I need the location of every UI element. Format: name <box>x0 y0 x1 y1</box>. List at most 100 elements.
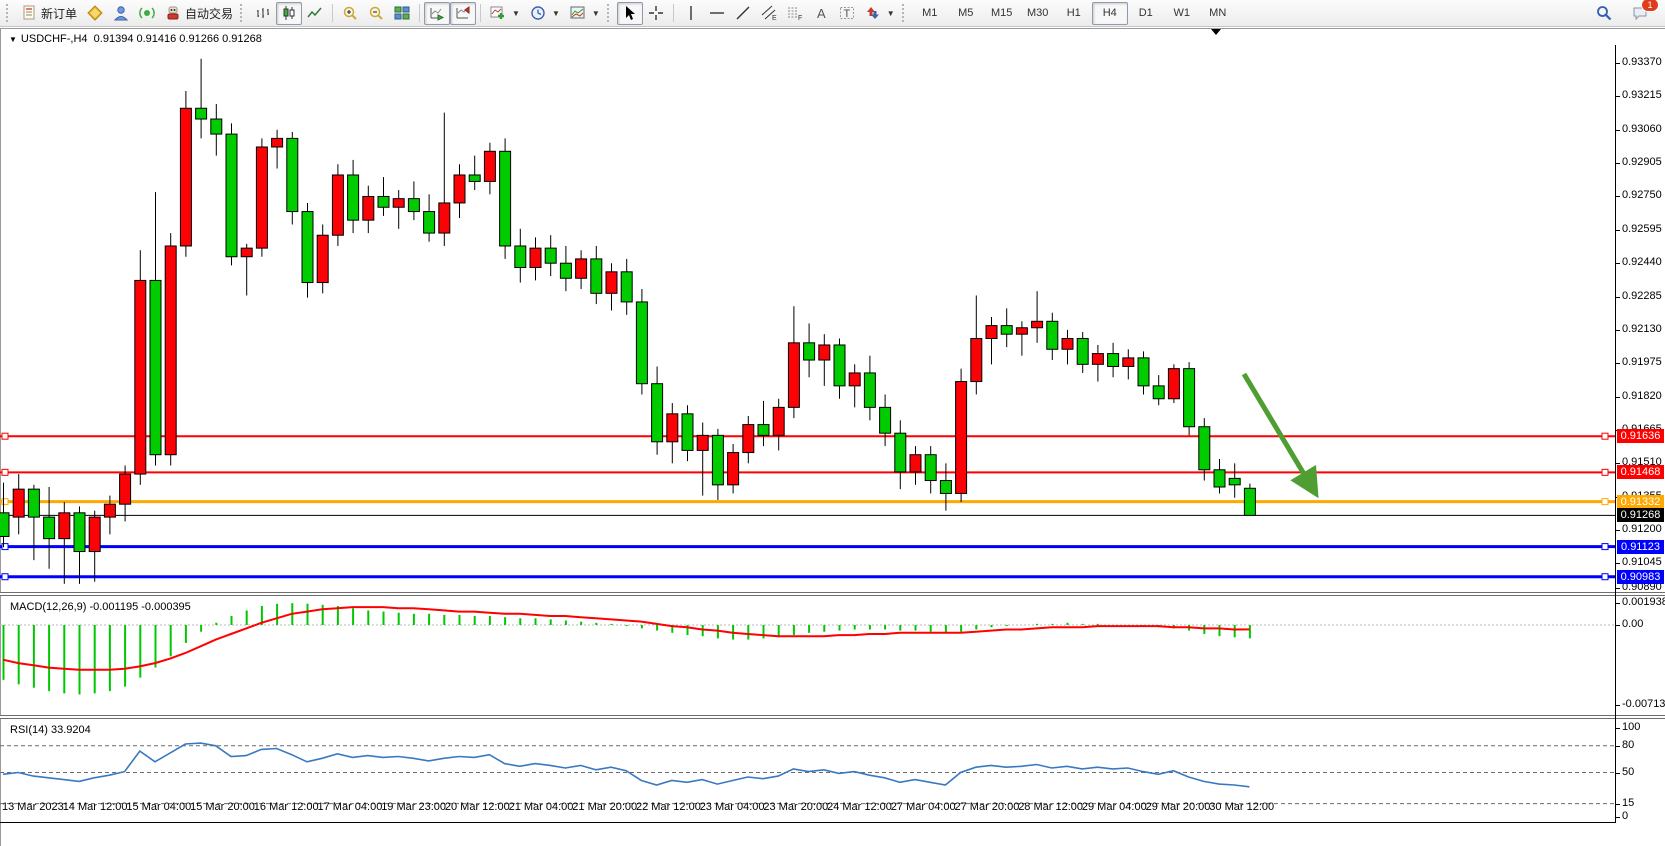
line-anchor[interactable] <box>1602 499 1608 505</box>
candle-body <box>667 414 678 442</box>
timeframe-M15[interactable]: M15 <box>984 2 1020 25</box>
vertical-line-button[interactable] <box>678 2 704 25</box>
price-level-badge: 0.91123 <box>1617 540 1664 554</box>
timeframe-MN[interactable]: MN <box>1200 2 1236 25</box>
candle-body <box>971 339 982 382</box>
add-indicator-button[interactable]: ▼ <box>485 2 525 25</box>
time-tick-label: 22 Mar 12:00 <box>636 801 701 813</box>
text-icon: A <box>813 5 829 21</box>
line-chart-button[interactable] <box>302 2 328 25</box>
tile-windows-button[interactable] <box>389 2 415 25</box>
candle-body <box>500 151 511 246</box>
timeframe-M1[interactable]: M1 <box>912 2 948 25</box>
profile-button[interactable] <box>108 2 134 25</box>
candle-body <box>986 326 997 339</box>
chart-shift-button[interactable] <box>450 2 476 25</box>
auto-trading-button[interactable]: 自动交易 <box>160 2 238 25</box>
candle-body <box>226 134 237 257</box>
pane-separator[interactable] <box>0 715 1665 719</box>
axis-tick <box>1615 330 1620 331</box>
chat-button[interactable]: 1 <box>1627 2 1653 25</box>
text-label-button[interactable]: T <box>834 2 860 25</box>
candle-body <box>44 517 55 539</box>
candle-body <box>697 435 708 450</box>
line-anchor[interactable] <box>2 544 8 550</box>
axis-tick <box>1615 588 1620 589</box>
chart-shift-icon <box>455 5 471 21</box>
line-anchor[interactable] <box>1602 433 1608 439</box>
signals-button[interactable] <box>134 2 160 25</box>
line-anchor[interactable] <box>2 574 8 580</box>
periods-button[interactable]: ▼ <box>525 2 565 25</box>
rsi-tick-label: 80 <box>1622 739 1634 751</box>
candle-body <box>332 175 343 235</box>
candle-body <box>834 345 845 386</box>
price-tick-label: 0.92595 <box>1622 223 1662 235</box>
candle-body <box>788 343 799 408</box>
metaquotes-button[interactable] <box>82 2 108 25</box>
bar-chart-button[interactable] <box>250 2 276 25</box>
trendline-button[interactable] <box>730 2 756 25</box>
timeframe-W1[interactable]: W1 <box>1164 2 1200 25</box>
tile-windows-icon <box>394 5 410 21</box>
zoom-in-button[interactable] <box>337 2 363 25</box>
trendline-icon <box>735 5 751 21</box>
templates-button[interactable]: ▼ <box>565 2 605 25</box>
cursor-button[interactable] <box>617 2 643 25</box>
time-tick-label: 17 Mar 04:00 <box>318 801 383 813</box>
line-anchor[interactable] <box>1602 469 1608 475</box>
time-tick-label: 28 Mar 12:00 <box>1018 801 1083 813</box>
toolbar-separator <box>673 4 674 22</box>
timeframe-H4[interactable]: H4 <box>1092 2 1128 25</box>
line-anchor[interactable] <box>1602 544 1608 550</box>
line-anchor[interactable] <box>2 469 8 475</box>
candle-body <box>728 453 739 485</box>
fibonacci-button[interactable]: F <box>782 2 808 25</box>
timeframe-M30[interactable]: M30 <box>1020 2 1056 25</box>
search-icon <box>1596 5 1612 21</box>
candle-body <box>1032 321 1043 327</box>
time-tick-label: 15 Mar 04:00 <box>126 801 191 813</box>
pane-separator[interactable] <box>0 592 1665 596</box>
auto-scroll-button[interactable] <box>424 2 450 25</box>
candle-body <box>606 272 617 294</box>
bar-chart-icon <box>255 5 271 21</box>
toolbar-grip <box>902 4 908 22</box>
axis-tick <box>1615 230 1620 231</box>
horizontal-line-button[interactable] <box>704 2 730 25</box>
candle-body <box>1077 339 1088 365</box>
time-tick-label: 27 Mar 20:00 <box>955 801 1020 813</box>
zoom-in-icon <box>342 5 358 21</box>
crosshair-button[interactable] <box>643 2 669 25</box>
candlestick-chart-type-button[interactable] <box>276 2 302 25</box>
axis-tick <box>1615 746 1620 747</box>
timeframe-H1[interactable]: H1 <box>1056 2 1092 25</box>
new-order-button[interactable]: 新订单 <box>16 2 82 25</box>
arrows-button[interactable]: ▼ <box>860 2 900 25</box>
candle-body <box>804 343 815 360</box>
search-button[interactable] <box>1591 2 1617 25</box>
metaquotes-icon <box>87 5 103 21</box>
rsi-tick-label: 100 <box>1622 721 1640 733</box>
timeframe-M5[interactable]: M5 <box>948 2 984 25</box>
equidistant-channel-button[interactable]: E <box>756 2 782 25</box>
zoom-out-button[interactable] <box>363 2 389 25</box>
candlestick-chart[interactable] <box>0 45 1615 592</box>
candle-body <box>211 119 222 134</box>
candle-body <box>925 455 936 481</box>
candle-body <box>454 175 465 203</box>
line-anchor[interactable] <box>2 433 8 439</box>
candle-body <box>104 504 115 517</box>
timeframe-D1[interactable]: D1 <box>1128 2 1164 25</box>
trend-arrow[interactable] <box>1244 374 1316 494</box>
line-anchor[interactable] <box>1602 574 1608 580</box>
candle-body <box>317 235 328 282</box>
line-anchor[interactable] <box>2 499 8 505</box>
macd-pane[interactable] <box>0 597 1615 715</box>
price-tick-label: 0.93370 <box>1622 56 1662 68</box>
dropdown-arrow-icon: ▼ <box>592 9 600 18</box>
candle-body <box>1108 354 1119 367</box>
candle-body <box>408 199 419 212</box>
candle-body <box>59 513 70 539</box>
text-button[interactable]: A <box>808 2 834 25</box>
